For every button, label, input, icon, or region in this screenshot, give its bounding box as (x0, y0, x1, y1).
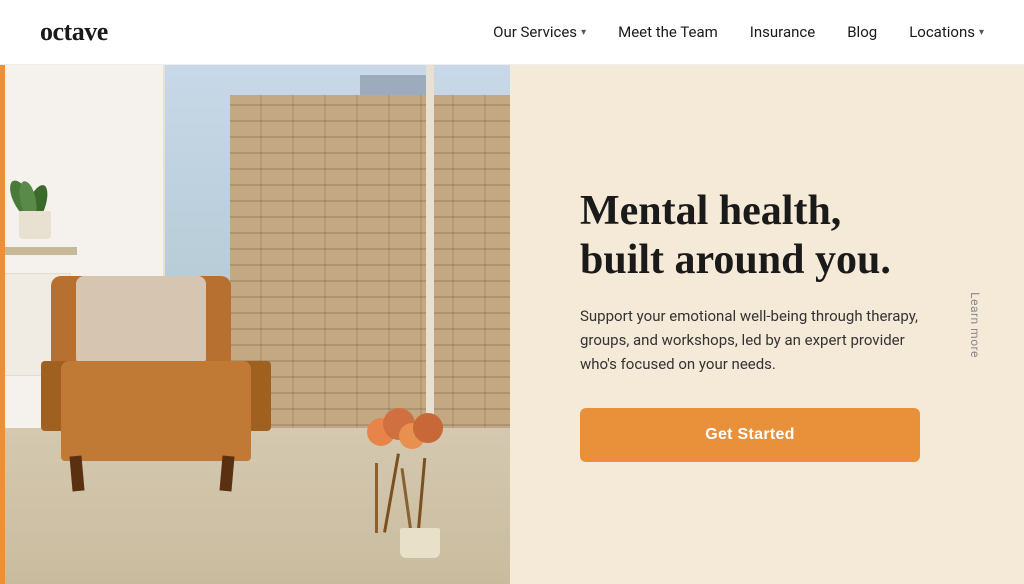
plant-pot (5, 179, 65, 239)
hero-section: Mental health, built around you. Support… (0, 65, 1024, 584)
get-started-button[interactable]: Get Started (580, 408, 920, 462)
site-header: octave Our Services ▾ Meet the Team Insu… (0, 0, 1024, 65)
hero-image (0, 65, 510, 584)
learn-more-link[interactable]: Learn more (968, 292, 982, 358)
nav-blog[interactable]: Blog (847, 23, 877, 41)
nav-locations[interactable]: Locations ▾ (909, 23, 984, 41)
nav-team[interactable]: Meet the Team (618, 23, 718, 41)
nav-services[interactable]: Our Services ▾ (493, 23, 586, 41)
nav-insurance[interactable]: Insurance (750, 23, 815, 41)
flower-arrangement (355, 418, 485, 558)
main-nav: Our Services ▾ Meet the Team Insurance B… (493, 23, 984, 41)
chair-seat (61, 361, 251, 461)
flower-stem-4 (416, 458, 426, 533)
flower-stem-2 (383, 453, 400, 532)
flower-vase (400, 528, 440, 558)
content-inner: Mental health, built around you. Support… (580, 187, 920, 462)
hero-headline: Mental health, built around you. (580, 187, 920, 284)
chair-leg-right (219, 455, 234, 491)
flower-stem-3 (400, 468, 412, 533)
room-scene (0, 65, 510, 584)
chevron-down-icon: ▾ (581, 27, 586, 38)
petal-4 (413, 413, 443, 443)
armchair (41, 291, 301, 491)
flower-stem-1 (375, 463, 378, 533)
pot-body (19, 211, 51, 239)
logo[interactable]: octave (40, 17, 108, 47)
chair-cushion (76, 276, 206, 366)
hero-content: Mental health, built around you. Support… (510, 65, 1024, 584)
hero-subtext: Support your emotional well-being throug… (580, 304, 920, 376)
chevron-down-icon: ▾ (979, 27, 984, 38)
shelf (0, 247, 77, 255)
orange-accent-strip (0, 65, 5, 584)
